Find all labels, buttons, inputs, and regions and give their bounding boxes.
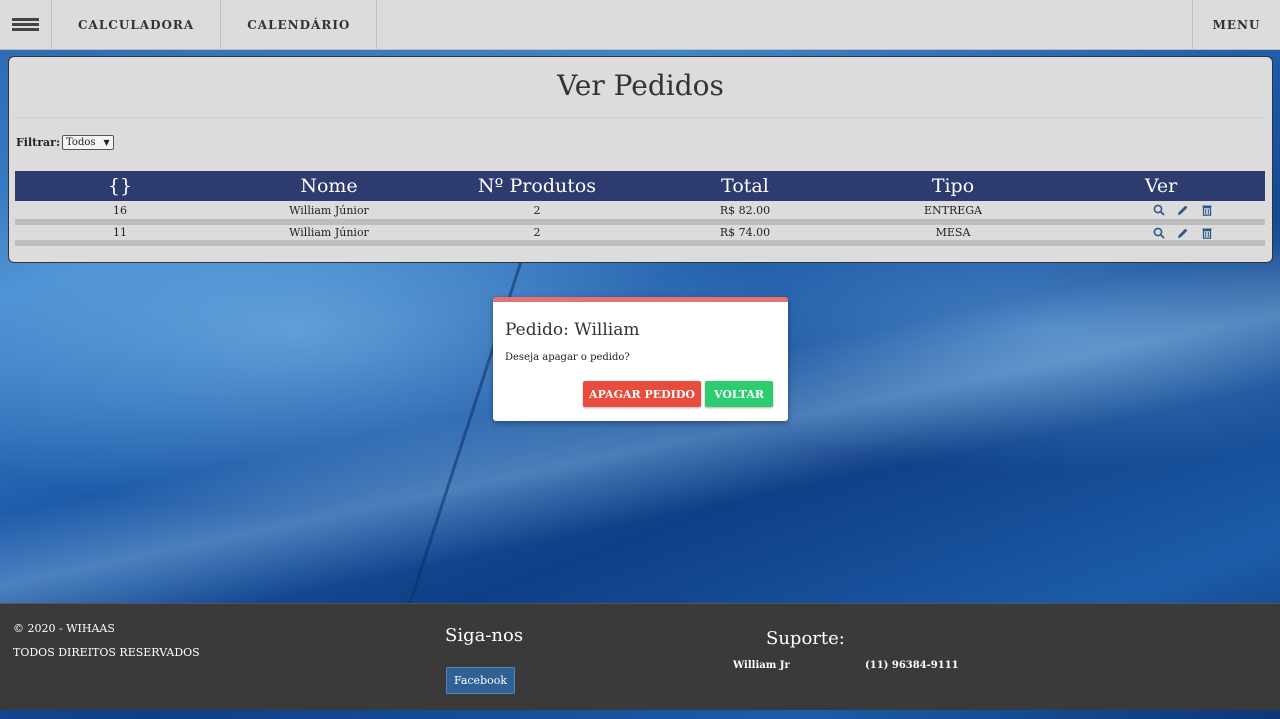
cell-id: 16 [15,201,225,225]
support-phone: (11) 96384-9111 [865,660,959,671]
cell-total: R$ 74.00 [641,222,849,246]
col-view-header: Ver [1057,171,1265,201]
modal-message: Deseja apagar o pedido? [505,352,630,363]
table-header-row: {} Nome Nº Produtos Total Tipo Ver [15,171,1265,201]
chevron-down-icon: ▼ [103,138,110,147]
cell-products: 2 [433,201,641,225]
filter-select-value: Todos [66,137,96,148]
menu-button[interactable]: MENU [1192,0,1280,49]
cell-name: William Júnior [225,201,433,225]
col-products-header: Nº Produtos [433,171,641,201]
filter-label: Filtrar: [16,136,61,149]
search-icon[interactable] [1153,227,1165,239]
col-type-header: Tipo [849,171,1057,201]
col-total-header: Total [641,171,849,201]
trash-icon[interactable] [1201,227,1213,239]
table-row: 16 William Júnior 2 R$ 82.00 ENTREGA [15,201,1265,225]
cell-name: William Júnior [225,222,433,246]
delete-confirm-modal: Pedido: William Deseja apagar o pedido? … [493,297,788,421]
filter-select[interactable]: Todos ▼ [62,135,114,150]
nav-calculadora[interactable]: CALCULADORA [52,0,222,49]
col-id-header: {} [15,171,225,201]
rights-text: TODOS DIREITOS RESERVADOS [13,646,200,659]
modal-title: Pedido: William [505,320,640,340]
filter-group: Filtrar: Todos ▼ [16,135,114,150]
facebook-button[interactable]: Facebook [446,667,515,694]
table-row: 11 William Júnior 2 R$ 74.00 MESA [15,222,1265,246]
top-navbar: CALCULADORA CALENDÁRIO MENU [0,0,1280,50]
col-name-header: Nome [225,171,433,201]
search-icon[interactable] [1153,204,1165,216]
delete-order-button[interactable]: APAGAR PEDIDO [583,381,701,407]
footer: © 2020 - WIHAAS TODOS DIREITOS RESERVADO… [0,603,1280,710]
cell-type: ENTREGA [849,201,1057,225]
cell-actions [1057,222,1265,246]
orders-panel: Ver Pedidos Filtrar: Todos ▼ {} Nome Nº … [8,56,1273,263]
edit-pencil-icon[interactable] [1177,227,1189,239]
follow-title: Siga-nos [445,625,524,646]
back-button[interactable]: VOLTAR [705,381,773,407]
support-title: Suporte: [766,628,845,649]
hamburger-menu-icon[interactable] [0,0,52,49]
navbar-spacer [377,0,1192,49]
cell-id: 11 [15,222,225,246]
cell-products: 2 [433,222,641,246]
trash-icon[interactable] [1201,204,1213,216]
nav-calendario[interactable]: CALENDÁRIO [221,0,378,49]
support-name: William Jr [733,660,790,671]
copyright-text: © 2020 - WIHAAS [13,622,115,635]
edit-pencil-icon[interactable] [1177,204,1189,216]
page-title: Ver Pedidos [15,57,1266,118]
cell-actions [1057,201,1265,225]
cell-total: R$ 82.00 [641,201,849,225]
orders-table: {} Nome Nº Produtos Total Tipo Ver 16 Wi… [15,171,1265,246]
cell-type: MESA [849,222,1057,246]
